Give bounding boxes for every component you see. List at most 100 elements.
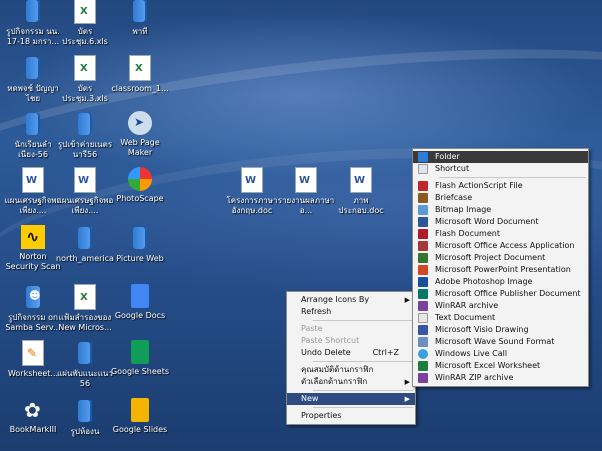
icon-label: Google Sheets [110, 367, 170, 376]
shortcut-icon [418, 164, 428, 174]
desktop-icon[interactable]: นักเรียนลำเนียง-56 [3, 111, 63, 160]
desktop-icon[interactable]: หดพจช์ ปัญญาไชย [3, 55, 63, 104]
desktop-icon[interactable]: Google Sheets [110, 340, 170, 377]
menu-item-arrange-icons-by[interactable]: Arrange Icons By ▶ [287, 294, 415, 306]
icon-label: Norton Security Scan [5, 252, 61, 271]
person-folder-icon [20, 284, 46, 310]
desktop-icon[interactable]: รายงานผลภาษาอ... [276, 167, 336, 216]
folder-icon [418, 152, 428, 162]
desktop-icon[interactable]: ภาพประกอบ.doc [331, 167, 391, 216]
desktop-icon[interactable]: Picture Web [110, 225, 170, 264]
desktop-icon[interactable]: แผ่นพับแนะแนว 56 [55, 340, 115, 389]
icon-label: แผนเศรษฐกิจพอเพียง.... [4, 196, 62, 215]
menu-item-label: Briefcase [435, 193, 473, 202]
icon-label: บัตรประชุม.3.xls [62, 84, 108, 103]
menu-item-label: คุณสมบัติด้านกราฟิก [301, 365, 374, 374]
menu-item-graphics-properties[interactable]: คุณสมบัติด้านกราฟิก [287, 364, 415, 376]
menu-item-label: WinRAR archive [435, 301, 499, 310]
folder-icon [127, 225, 153, 251]
submenu-item-folder[interactable]: Folder [413, 151, 588, 163]
desktop-icon[interactable]: Worksheet... [3, 340, 63, 379]
publisher-icon [418, 289, 428, 299]
flash-icon [418, 229, 428, 239]
excel-icon [74, 284, 96, 310]
submenu-item-photoshop[interactable]: Adobe Photoshop Image [413, 276, 588, 288]
google-docs-icon [131, 284, 149, 308]
desktop-icon[interactable]: Norton Security Scan [3, 225, 63, 272]
desktop-icon[interactable]: รูปห้องน [55, 398, 115, 437]
desktop-icon[interactable]: รูปเข้าค่ายเนตรนารี56 [55, 111, 115, 160]
desktop-icon[interactable]: Web Page Maker [110, 111, 170, 158]
desktop-icon[interactable]: บัตรประชุม.3.xls [55, 55, 115, 104]
submenu-item-access[interactable]: Microsoft Office Access Application [413, 240, 588, 252]
desktop-icon[interactable]: Google Slides [110, 398, 170, 435]
folder-icon [72, 225, 98, 251]
submenu-arrow-icon: ▶ [404, 378, 410, 386]
winrar-icon [418, 301, 428, 311]
submenu-item-text[interactable]: Text Document [413, 312, 588, 324]
submenu-item-wave[interactable]: Microsoft Wave Sound Format [413, 336, 588, 348]
menu-item-label: Flash Document [435, 229, 500, 238]
submenu-item-excel[interactable]: Microsoft Excel Worksheet [413, 360, 588, 372]
submenu-item-word[interactable]: Microsoft Word Document [413, 216, 588, 228]
menu-item-label: Arrange Icons By [301, 295, 370, 304]
menu-item-label: Windows Live Call [435, 349, 508, 358]
menu-item-paste[interactable]: Paste [287, 323, 415, 335]
desktop-icon[interactable]: BookMarkIII [3, 398, 63, 435]
desktop-icon[interactable]: โครงการภาษาอังกฤษ.doc [222, 167, 282, 216]
menu-item-label: Microsoft Office Access Application [435, 241, 575, 250]
menu-item-graphics-options[interactable]: ตัวเลือกด้านกราฟิก ▶ [287, 376, 415, 388]
desktop-icon[interactable]: แผนเศรษฐกิจพอเพียง.... [3, 167, 63, 216]
submenu-item-project[interactable]: Microsoft Project Document [413, 252, 588, 264]
desktop-icon[interactable]: พาที [110, 0, 170, 37]
submenu-item-winrar-zip[interactable]: WinRAR ZIP archive [413, 372, 588, 384]
desktop-icon[interactable]: แผนเศรษฐกิจพอเพียง.... [55, 167, 115, 216]
folder-icon [20, 55, 46, 81]
submenu-item-flash-actionscript[interactable]: Flash ActionScript File [413, 180, 588, 192]
menu-item-paste-shortcut[interactable]: Paste Shortcut [287, 335, 415, 347]
menu-item-new[interactable]: New ▶ [287, 393, 415, 405]
menu-item-label: Microsoft Visio Drawing [435, 325, 529, 334]
desktop-icon[interactable]: บัตรประชุม.6.xls [55, 0, 115, 47]
powerpoint-icon [418, 265, 428, 275]
photoshop-icon [418, 277, 428, 287]
desktop-icon[interactable]: Google Docs [110, 284, 170, 321]
menu-item-properties[interactable]: Properties [287, 410, 415, 422]
icon-label: Picture Web [116, 254, 164, 263]
norton-icon [21, 225, 45, 249]
submenu-item-publisher[interactable]: Microsoft Office Publisher Document [413, 288, 588, 300]
flash-as-icon [418, 181, 428, 191]
menu-item-undo-delete[interactable]: Undo Delete Ctrl+Z [287, 347, 415, 359]
menu-item-label: Microsoft Wave Sound Format [435, 337, 555, 346]
desktop-icon[interactable]: PhotoScape [110, 167, 170, 204]
submenu-item-visio[interactable]: Microsoft Visio Drawing [413, 324, 588, 336]
desktop-icon[interactable]: รูปกิจกรรม on Samba Serv... [3, 284, 63, 333]
submenu-item-winrar[interactable]: WinRAR archive [413, 300, 588, 312]
desktop-icon[interactable]: classroom_1... [110, 55, 170, 94]
icon-label: แผนเศรษฐกิจพอเพียง.... [56, 196, 114, 215]
submenu-item-live-call[interactable]: Windows Live Call [413, 348, 588, 360]
icon-label: รูปห้องน [70, 427, 100, 436]
folder-icon [72, 111, 98, 137]
visio-icon [418, 325, 428, 335]
submenu-item-shortcut[interactable]: Shortcut [413, 163, 588, 175]
desktop-icon[interactable]: แฟ้มสำรองของ New Micros... [55, 284, 115, 333]
menu-item-label: Paste [301, 324, 323, 333]
submenu-item-powerpoint[interactable]: Microsoft PowerPoint Presentation [413, 264, 588, 276]
live-call-icon [418, 349, 428, 359]
word-icon [241, 167, 263, 193]
bookmark-icon [20, 398, 46, 422]
desktop-context-menu: Arrange Icons By ▶ Refresh Paste Paste Sh… [286, 291, 416, 425]
submenu-item-flash-document[interactable]: Flash Document [413, 228, 588, 240]
submenu-item-bitmap[interactable]: Bitmap Image [413, 204, 588, 216]
desktop-icon[interactable]: north_america [55, 225, 115, 264]
menu-separator [313, 390, 413, 391]
desktop-icon[interactable]: รูปกิจกรรม นน. 17-18 มกรา... [3, 0, 63, 47]
icon-label: โครงการภาษาอังกฤษ.doc [226, 196, 278, 215]
desktop[interactable]: รูปกิจกรรม นน. 17-18 มกรา... หดพจช์ ปัญญ… [0, 0, 602, 451]
menu-item-refresh[interactable]: Refresh [287, 306, 415, 318]
icon-label: รูปกิจกรรม นน. 17-18 มกรา... [6, 27, 60, 46]
menu-item-label: Undo Delete [301, 348, 351, 357]
submenu-item-briefcase[interactable]: Briefcase [413, 192, 588, 204]
menu-item-label: Microsoft Excel Worksheet [435, 361, 541, 370]
